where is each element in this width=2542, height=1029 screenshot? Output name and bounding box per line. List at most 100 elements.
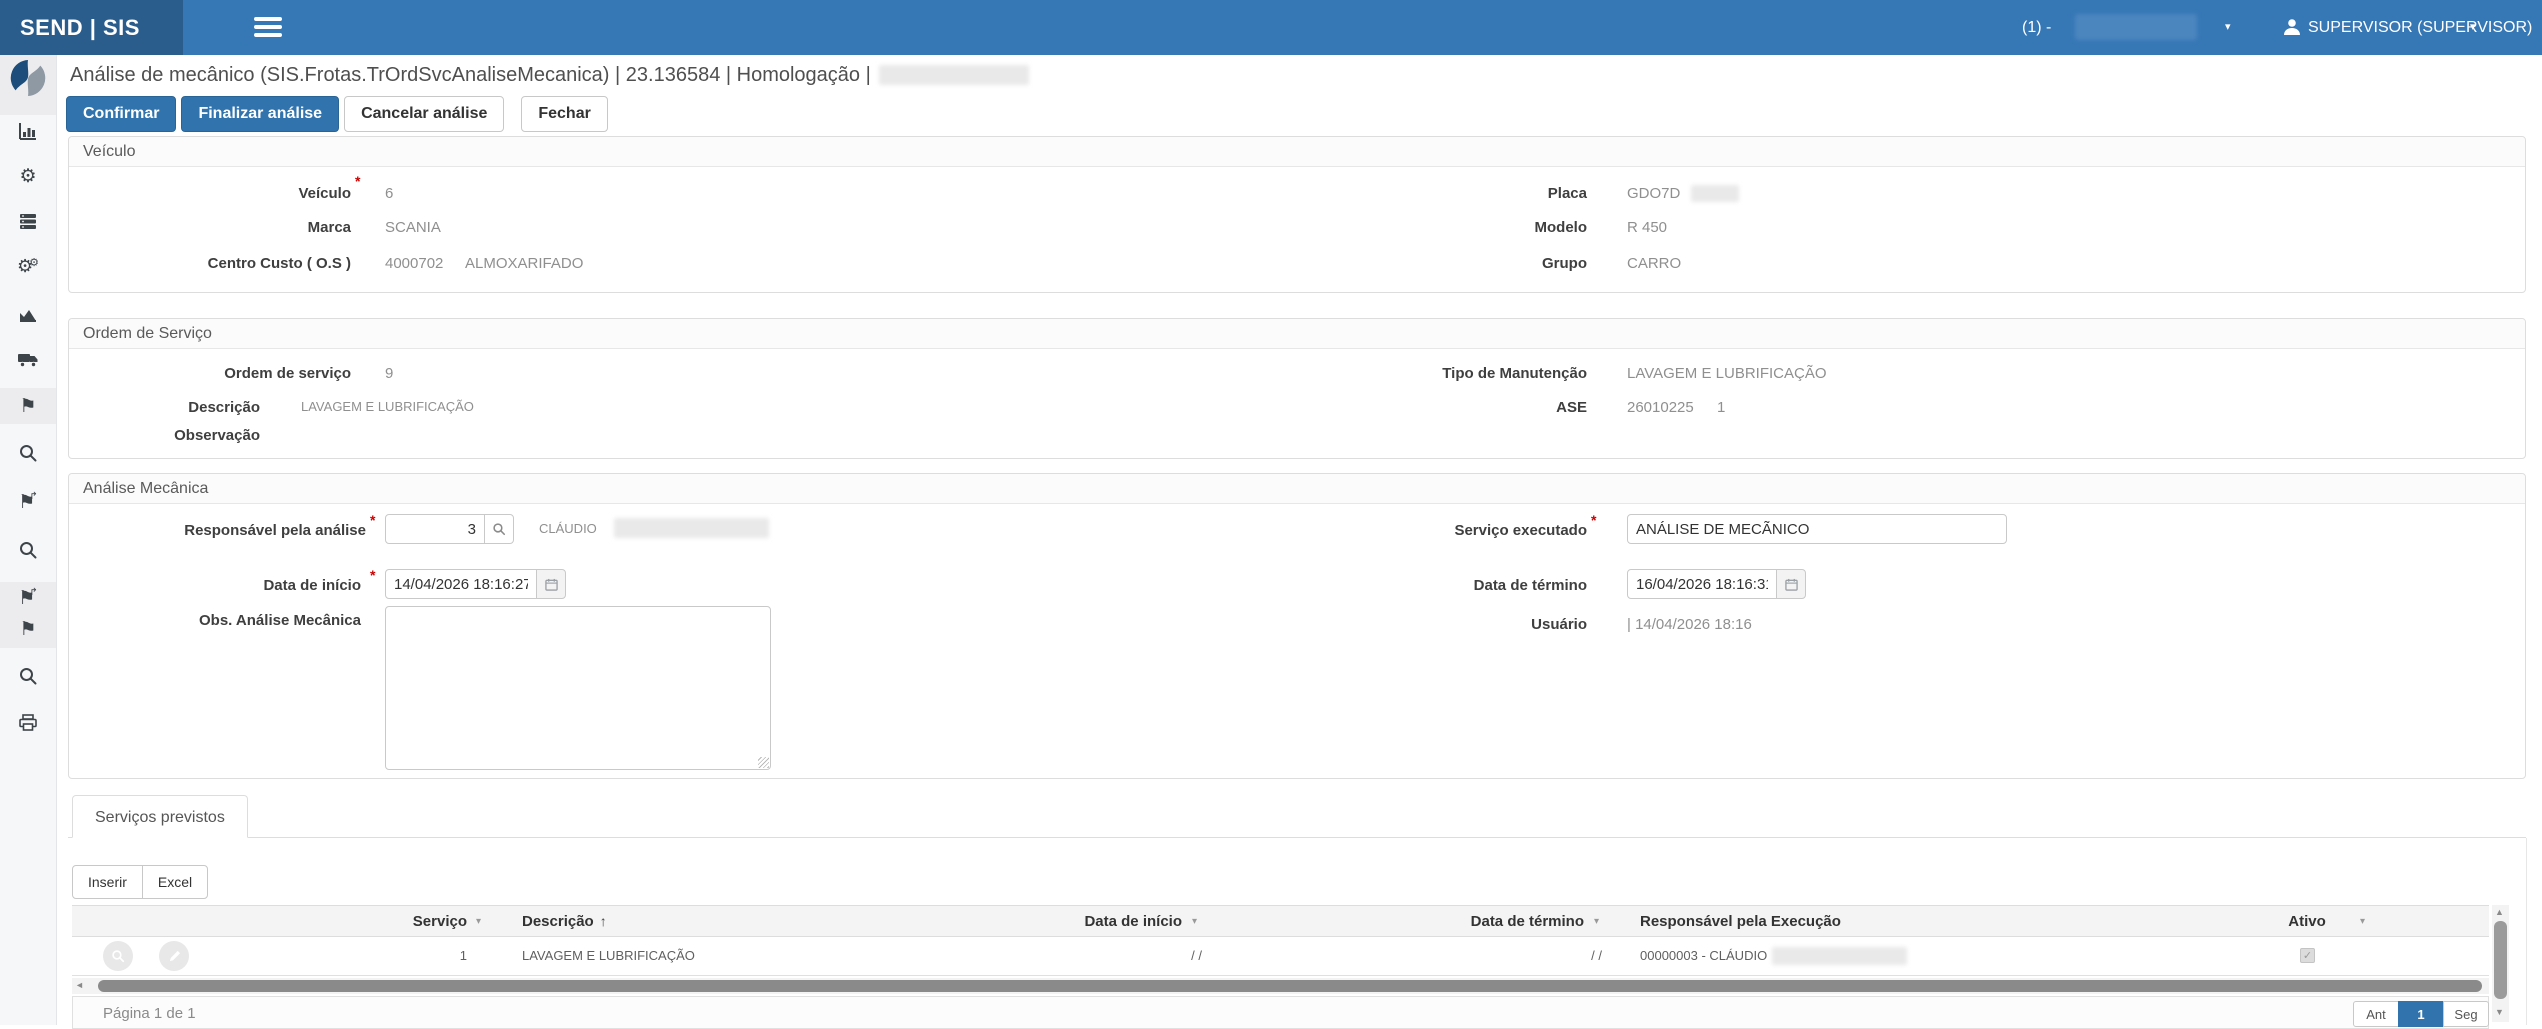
vertical-scroll-thumb[interactable] xyxy=(2494,921,2507,999)
sort-caret-icon[interactable]: ▾ xyxy=(2360,916,2365,927)
scroll-down-icon[interactable]: ▼ xyxy=(2495,1007,2504,1017)
menu-icon[interactable] xyxy=(254,17,282,39)
finalize-analysis-button[interactable]: Finalizar análise xyxy=(181,96,339,132)
panel-right-border xyxy=(2526,838,2527,1025)
grid-toolbar: Inserir Excel xyxy=(72,865,208,899)
start-date-label: Data de início xyxy=(69,577,361,594)
model-value: R 450 xyxy=(1627,219,1667,236)
cost-center-label: Centro Custo ( O.S ) xyxy=(69,255,351,272)
calendar-icon[interactable] xyxy=(536,569,566,599)
grid-footer: Página 1 de 1 Ant 1 Seg xyxy=(72,996,2489,1029)
search-icon[interactable] xyxy=(0,540,56,565)
page-title: Análise de mecânico (SIS.Frotas.TrOrdSvc… xyxy=(70,64,1029,87)
flag-icon[interactable]: ⚑ xyxy=(0,618,56,641)
column-start-date[interactable]: Data de início xyxy=(882,913,1182,930)
search-icon[interactable] xyxy=(0,443,56,468)
horizontal-scrollbar[interactable]: ◄ xyxy=(72,978,2489,994)
sort-asc-icon: ↑ xyxy=(600,913,607,929)
executed-service-input[interactable] xyxy=(1627,514,2007,544)
end-date-input[interactable] xyxy=(1627,569,1777,599)
maintenance-type-label: Tipo de Manutenção xyxy=(1287,365,1587,382)
column-end-date[interactable]: Data de término xyxy=(1284,913,1584,930)
required-mark: * xyxy=(355,173,360,189)
title-redacted xyxy=(879,65,1029,85)
gear-icon[interactable]: ⚙ xyxy=(0,165,56,188)
cost-center-code: 4000702 xyxy=(385,255,443,272)
order-number-label: Ordem de serviço xyxy=(69,365,351,382)
analysis-notes-label: Obs. Análise Mecânica xyxy=(69,612,361,629)
flag-export-icon[interactable]: ⚑↱ xyxy=(0,491,56,514)
brand-label: Marca xyxy=(69,219,351,236)
user-icon xyxy=(2282,17,2302,42)
analysis-responsible-input[interactable] xyxy=(385,514,485,544)
cancel-analysis-button[interactable]: Cancelar análise xyxy=(344,96,504,132)
user-label: Usuário xyxy=(1287,616,1587,633)
ase-seq: 1 xyxy=(1717,399,1725,416)
order-number-value: 9 xyxy=(385,365,393,382)
description-value: LAVAGEM E LUBRIFICAÇÃO xyxy=(301,399,474,414)
confirm-button[interactable]: Confirmar xyxy=(66,96,176,132)
bar-chart-icon[interactable] xyxy=(0,121,56,146)
plate-label: Placa xyxy=(1287,185,1587,202)
sort-caret-icon[interactable]: ▾ xyxy=(1192,916,1197,927)
column-active[interactable]: Ativo xyxy=(2262,913,2352,930)
ase-code: 26010225 xyxy=(1627,399,1694,416)
column-service[interactable]: Serviço xyxy=(72,913,467,930)
vertical-scrollbar[interactable]: ▲ ▼ xyxy=(2492,905,2509,1022)
close-button[interactable]: Fechar xyxy=(521,96,607,132)
end-date-label: Data de término xyxy=(1287,577,1587,594)
top-bar: SEND | SIS (1) - ▾ SUPERVISOR (SUPERVISO… xyxy=(0,0,2542,55)
start-date-input[interactable] xyxy=(385,569,537,599)
cell-responsible: 00000003 - CLÁUDIO xyxy=(1640,948,1767,963)
scroll-up-icon[interactable]: ▲ xyxy=(2495,907,2504,917)
server-icon[interactable] xyxy=(0,211,56,236)
description-label: Descrição xyxy=(69,399,260,416)
search-lookup-button[interactable] xyxy=(484,514,514,544)
scroll-left-icon[interactable]: ◄ xyxy=(75,980,84,990)
excel-button[interactable]: Excel xyxy=(142,865,208,899)
tab-planned-services[interactable]: Serviços previstos xyxy=(72,795,248,838)
horizontal-scroll-thumb[interactable] xyxy=(98,980,2482,992)
flag-icon[interactable]: ⚑ xyxy=(0,395,56,418)
section-service-order: Ordem de Serviço Ordem de serviço 9 Tipo… xyxy=(68,318,2526,459)
pager-next-button[interactable]: Seg xyxy=(2443,1001,2489,1027)
section-order-title: Ordem de Serviço xyxy=(69,319,2525,349)
flag-export-icon[interactable]: ⚑↱ xyxy=(0,587,56,610)
resize-grip[interactable] xyxy=(758,757,769,768)
responsible-name-redacted xyxy=(614,518,769,538)
responsible-redacted xyxy=(1772,947,1907,965)
cell-service: 1 xyxy=(72,948,467,963)
app-logo[interactable] xyxy=(0,59,56,102)
required-mark: * xyxy=(370,512,375,528)
executed-service-label: Serviço executado xyxy=(1287,522,1587,539)
section-analysis-title: Análise Mecânica xyxy=(69,474,2525,504)
pager-prev-button[interactable]: Ant xyxy=(2353,1001,2399,1027)
sort-caret-icon[interactable]: ▾ xyxy=(476,916,481,927)
analysis-responsible-label: Responsável pela análise xyxy=(69,522,366,539)
pagination: Ant 1 Seg xyxy=(2353,1001,2489,1027)
vehicle-label: Veículo xyxy=(69,185,351,202)
active-checkbox[interactable]: ✓ xyxy=(2300,948,2315,963)
truck-icon[interactable] xyxy=(0,351,56,374)
area-chart-icon[interactable] xyxy=(0,304,56,329)
required-mark: * xyxy=(1591,512,1596,528)
print-icon[interactable] xyxy=(0,713,56,738)
analysis-notes-textarea[interactable] xyxy=(385,606,771,770)
chevron-down-icon[interactable]: ▾ xyxy=(2470,0,2476,55)
vehicle-value: 6 xyxy=(385,185,393,202)
cell-end-date: / / xyxy=(1302,948,1602,963)
gears-icon[interactable]: ⚙⚙ xyxy=(0,256,56,277)
ase-label: ASE xyxy=(1287,399,1587,416)
search-icon[interactable] xyxy=(0,666,56,691)
column-description[interactable]: Descrição↑ xyxy=(522,913,607,930)
required-mark: * xyxy=(370,567,375,583)
sort-caret-icon[interactable]: ▾ xyxy=(1594,916,1599,927)
chevron-down-icon[interactable]: ▾ xyxy=(2225,0,2231,55)
user-menu[interactable]: SUPERVISOR (SUPERVISOR) xyxy=(2308,0,2532,55)
calendar-icon[interactable] xyxy=(1776,569,1806,599)
pager-page-1-button[interactable]: 1 xyxy=(2398,1001,2444,1027)
insert-button[interactable]: Inserir xyxy=(72,865,143,899)
column-responsible[interactable]: Responsável pela Execução xyxy=(1640,913,1841,930)
plate-redacted xyxy=(1691,185,1739,202)
section-vehicle-title: Veículo xyxy=(69,137,2525,167)
